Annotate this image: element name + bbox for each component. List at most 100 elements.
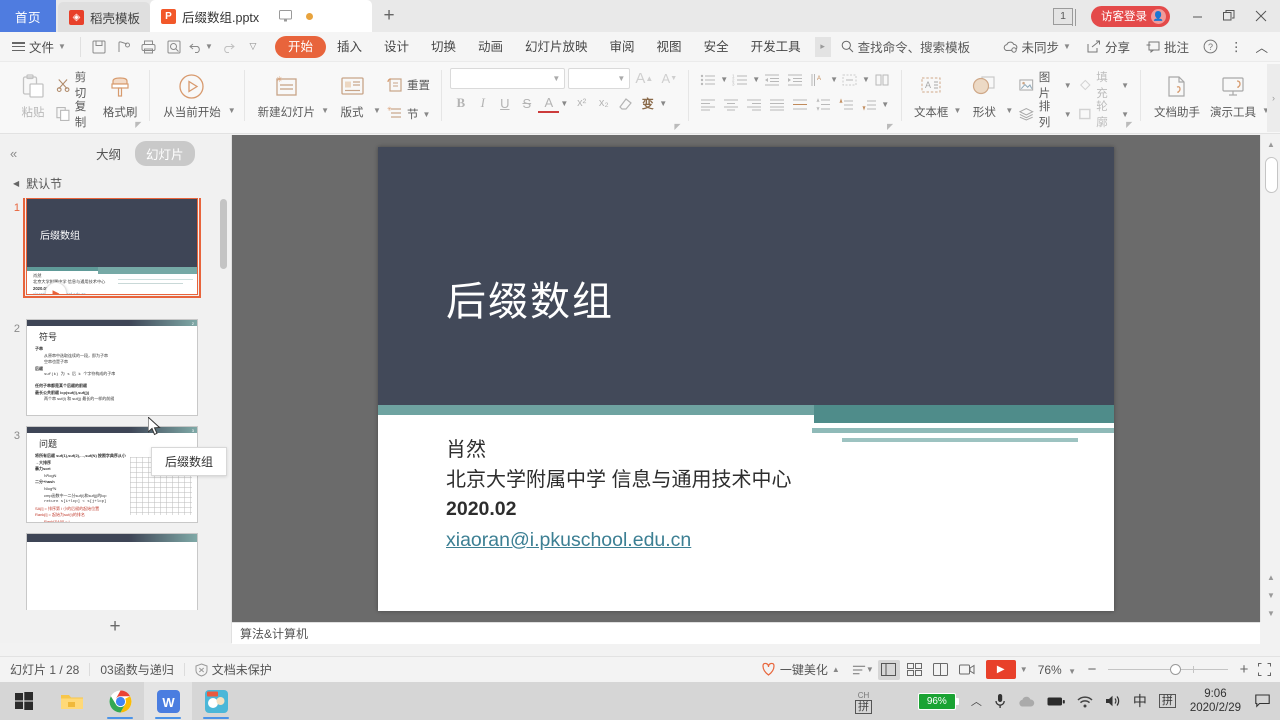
ribbon-tab-transitions[interactable]: 切换: [420, 36, 467, 58]
font-name-select[interactable]: ▼: [450, 67, 566, 89]
layout-dropdown-icon[interactable]: ▼: [373, 106, 381, 115]
ribbon-tab-animations[interactable]: 动画: [467, 36, 514, 58]
ime-language-indicator[interactable]: 中: [1127, 682, 1153, 720]
strikethrough-button[interactable]: S: [516, 92, 537, 114]
section-header[interactable]: ◀ 默认节: [0, 171, 231, 198]
scroll-down-icon[interactable]: ▼: [1261, 604, 1280, 622]
tab-slides[interactable]: 幻灯片: [135, 140, 195, 166]
new-slide-button[interactable]: ✳ 新建幻灯片: [253, 67, 321, 127]
ribbon-tabs-overflow-icon[interactable]: ▸: [814, 36, 831, 57]
start-slideshow-button[interactable]: ▶: [985, 660, 1016, 679]
text-effect-dropdown-icon[interactable]: ▼: [659, 99, 667, 108]
zoom-dropdown-icon[interactable]: ▼: [1068, 667, 1076, 676]
close-button[interactable]: [1246, 1, 1276, 31]
save-icon[interactable]: [87, 35, 111, 58]
arrange-dropdown-icon[interactable]: ▼: [1064, 110, 1072, 119]
section-dropdown-icon[interactable]: ▼: [422, 110, 430, 119]
tab-outline[interactable]: 大纲: [90, 141, 127, 166]
wifi-icon[interactable]: [1071, 682, 1099, 720]
taskbar-clock[interactable]: 9:06 2020/2/29: [1182, 687, 1249, 716]
format-painter-button[interactable]: 格式刷: [99, 67, 141, 127]
italic-button[interactable]: I: [472, 92, 493, 114]
help-button[interactable]: ?: [1198, 36, 1223, 58]
file-menu-button[interactable]: 文件 ▼: [0, 36, 74, 58]
textbox-dropdown-icon[interactable]: ▼: [953, 106, 961, 115]
zoom-out-button[interactable]: −: [1082, 660, 1102, 680]
current-slide[interactable]: 后缀数组 肖然 北京大学附属中学 信息与通用技术中心 2020.02 xiaor…: [378, 146, 1114, 611]
ribbon-tab-devtools[interactable]: 开发工具: [740, 36, 812, 58]
section-indicator[interactable]: 03函数与递归: [90, 657, 183, 683]
presenter-view-button[interactable]: [956, 660, 978, 680]
mic-icon[interactable]: [988, 682, 1012, 720]
slide-body-textbox[interactable]: 肖然 北京大学附属中学 信息与通用技术中心 2020.02 xiaoran@i.…: [446, 435, 792, 556]
ribbon-tab-review[interactable]: 审阅: [599, 36, 646, 58]
drawing-dialog-launcher[interactable]: ◤: [1126, 120, 1135, 129]
align-text-dropdown-icon[interactable]: ▼: [862, 75, 870, 84]
fill-dropdown-icon[interactable]: ▼: [1121, 81, 1129, 90]
maximize-restore-button[interactable]: [1214, 1, 1244, 31]
slide-editing-canvas[interactable]: 后缀数组 肖然 北京大学附属中学 信息与通用技术中心 2020.02 xiaor…: [232, 135, 1260, 622]
ribbon-tab-insert[interactable]: 插入: [326, 36, 373, 58]
picture-button[interactable]: 图片 ▼: [1016, 72, 1074, 100]
tab-docer-template[interactable]: ◈ 稻壳模板: [58, 2, 151, 32]
zoom-slider-knob[interactable]: [1170, 664, 1181, 675]
tab-presentation-file[interactable]: P 后缀数组.pptx: [150, 0, 373, 32]
view-options-button[interactable]: ▼: [852, 660, 874, 680]
text-effect-button[interactable]: 变: [637, 92, 658, 114]
canvas-vertical-scrollbar[interactable]: ▲ ▲ ▼ ▼: [1260, 135, 1280, 622]
live-app-icon[interactable]: [192, 682, 240, 720]
battery-icon[interactable]: [1041, 682, 1071, 720]
fill-button[interactable]: 填充 ▼: [1075, 72, 1132, 100]
tab-home[interactable]: 首页: [0, 0, 56, 32]
slide-email-link[interactable]: xiaoran@i.pkuschool.edu.cn: [446, 525, 792, 555]
chrome-icon[interactable]: [96, 682, 144, 720]
spacing-dropdown-icon[interactable]: ▼: [881, 100, 889, 109]
slide-thumbnail-1[interactable]: 后缀数组 肖然 北京大学附属中学 信息与通用技术中心 2020.02 xiaor…: [23, 198, 201, 298]
bullets-button[interactable]: [697, 68, 719, 91]
normal-view-button[interactable]: [877, 659, 900, 680]
zoom-slider[interactable]: [1108, 660, 1228, 680]
thumbnail-scrollbar[interactable]: [220, 173, 227, 363]
slide-sorter-view-button[interactable]: [904, 660, 926, 680]
collapse-ribbon-button[interactable]: ︿: [1249, 36, 1274, 58]
minimize-button[interactable]: [1182, 1, 1212, 31]
add-slide-button[interactable]: +: [0, 610, 230, 643]
new-slide-dropdown-icon[interactable]: ▼: [321, 106, 329, 115]
comment-button[interactable]: 批注: [1139, 36, 1196, 58]
next-slide-icon[interactable]: ▼: [1261, 586, 1280, 604]
customize-qat-icon[interactable]: ▽: [241, 35, 265, 58]
slide-thumbnail-2[interactable]: 2 符号 子串 从原串中选取连续的一段，即为子串 空串也是子串 后缀 suf(k…: [26, 319, 198, 416]
reading-view-button[interactable]: [930, 660, 952, 680]
font-color-button[interactable]: A: [538, 94, 560, 113]
share-button[interactable]: 分享: [1080, 36, 1137, 58]
redo-icon[interactable]: [216, 35, 240, 58]
distribute-button[interactable]: [789, 93, 811, 116]
guest-login-button[interactable]: 访客登录 👤: [1091, 5, 1170, 27]
battery-percent-indicator[interactable]: 96%: [912, 682, 965, 720]
save-as-icon[interactable]: [112, 35, 136, 58]
superscript-button[interactable]: x²: [571, 92, 592, 114]
align-left-button[interactable]: [697, 93, 719, 116]
picture-dropdown-icon[interactable]: ▼: [1064, 81, 1072, 90]
thumbnail-scrollbar-thumb[interactable]: [220, 199, 227, 269]
numbering-button[interactable]: 123: [729, 68, 751, 91]
line-spacing-button[interactable]: [812, 93, 834, 116]
align-text-button[interactable]: [839, 68, 861, 91]
decrease-indent-button[interactable]: [761, 68, 783, 91]
print-preview-icon[interactable]: [162, 35, 186, 58]
shapes-dropdown-icon[interactable]: ▼: [1005, 106, 1013, 115]
reset-slide-button[interactable]: 重置: [384, 72, 433, 98]
text-direction-button[interactable]: A: [807, 68, 829, 91]
present-on-monitor-icon[interactable]: [279, 10, 293, 22]
copy-button[interactable]: 复制: [53, 101, 99, 129]
thumbnail-row-2[interactable]: 2 2 符号 子串 从原串中选取连续的一段，即为子串 空串也是子串 后缀 suf…: [0, 319, 231, 426]
volume-icon[interactable]: [1099, 682, 1127, 720]
bold-button[interactable]: B: [450, 92, 471, 114]
ribbon-tab-design[interactable]: 设计: [373, 36, 420, 58]
print-icon[interactable]: [137, 35, 161, 58]
section-button[interactable]: ✳ 节 ▼: [384, 101, 433, 127]
more-options-button[interactable]: ⋮: [1225, 36, 1248, 58]
open-documents-count[interactable]: 1: [1053, 7, 1076, 26]
align-center-button[interactable]: [720, 93, 742, 116]
previous-slide-icon[interactable]: ▲: [1261, 568, 1280, 586]
